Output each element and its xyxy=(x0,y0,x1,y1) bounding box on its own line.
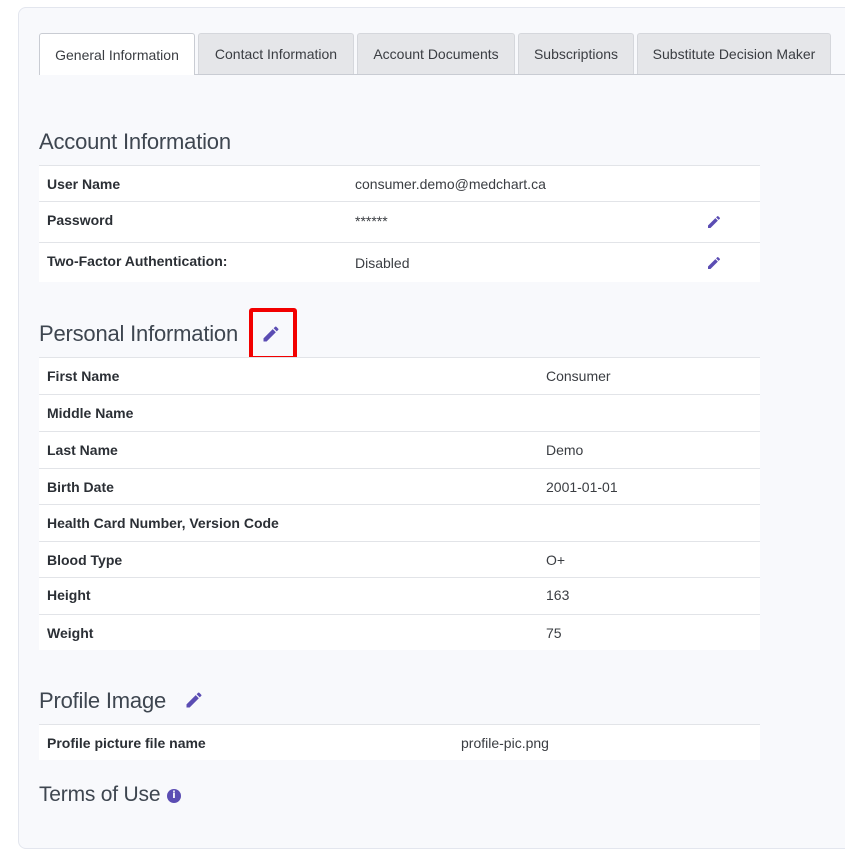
tab-substitute-decision-maker[interactable]: Substitute Decision Maker xyxy=(637,33,831,74)
row-value: Disabled xyxy=(355,255,410,271)
tab-label: Account Documents xyxy=(373,46,499,62)
personal-information-table: First Name Consumer Middle Name Last Nam… xyxy=(39,357,760,650)
row-value: 2001-01-01 xyxy=(546,479,618,495)
row-value: Demo xyxy=(546,442,584,458)
table-row: Height 163 xyxy=(39,577,760,614)
row-label: Birth Date xyxy=(47,479,114,495)
profile-image-title: Profile Image xyxy=(39,688,167,713)
row-value: O+ xyxy=(546,552,566,568)
tab-general-information[interactable]: General Information xyxy=(39,33,195,75)
edit-two-factor-pencil-icon[interactable] xyxy=(706,255,722,271)
row-label: Last Name xyxy=(47,442,118,458)
edit-profile-image-pencil-icon[interactable] xyxy=(184,690,204,710)
personal-information-title: Personal Information xyxy=(39,321,238,346)
row-value: 75 xyxy=(546,625,562,641)
tab-bar: General Information Contact Information … xyxy=(39,33,845,75)
row-label: User Name xyxy=(47,176,121,192)
row-value: profile-pic.png xyxy=(461,735,549,751)
row-value: ****** xyxy=(355,213,388,229)
table-row: User Name consumer.demo@medchart.ca xyxy=(39,165,760,201)
row-value: consumer.demo@medchart.ca xyxy=(355,176,546,192)
tab-subscriptions[interactable]: Subscriptions xyxy=(518,33,634,74)
row-label: Weight xyxy=(47,625,94,641)
tab-label: General Information xyxy=(55,46,179,63)
table-row: Health Card Number, Version Code xyxy=(39,504,760,541)
tab-label: Subscriptions xyxy=(533,46,619,62)
edit-personal-information-pencil-icon[interactable] xyxy=(261,324,281,344)
row-label: Health Card Number, Version Code xyxy=(47,515,279,531)
account-information-table: User Name consumer.demo@medchart.ca Pass… xyxy=(39,165,760,282)
row-label: Password xyxy=(47,212,114,228)
row-value: 163 xyxy=(546,587,570,603)
terms-of-use-title: Terms of Use xyxy=(39,783,161,806)
tab-contact-information[interactable]: Contact Information xyxy=(198,33,354,74)
tab-label: Contact Information xyxy=(214,46,338,62)
table-row: Birth Date 2001-01-01 xyxy=(39,468,760,504)
table-row: Middle Name xyxy=(39,394,760,431)
table-row: First Name Consumer xyxy=(39,357,760,394)
row-label: Profile picture file name xyxy=(47,735,206,751)
tab-label: Substitute Decision Maker xyxy=(652,46,816,62)
row-label: Blood Type xyxy=(47,552,123,568)
row-label: Two-Factor Authentication: xyxy=(47,253,228,269)
row-label: Height xyxy=(47,587,91,603)
table-row: Two-Factor Authentication: Disabled xyxy=(39,242,760,282)
row-label: First Name xyxy=(47,368,120,384)
account-information-title: Account Information xyxy=(39,129,231,154)
row-label: Middle Name xyxy=(47,405,134,421)
table-row: Last Name Demo xyxy=(39,431,760,468)
row-value: Consumer xyxy=(546,368,611,384)
edit-password-pencil-icon[interactable] xyxy=(706,214,722,230)
info-circle-icon[interactable]: i xyxy=(167,789,181,803)
table-row: Weight 75 xyxy=(39,614,760,650)
tab-account-documents[interactable]: Account Documents xyxy=(357,33,515,74)
profile-image-table: Profile picture file name profile-pic.pn… xyxy=(39,724,760,760)
table-row: Password ****** xyxy=(39,201,760,242)
table-row: Profile picture file name profile-pic.pn… xyxy=(39,724,760,760)
table-row: Blood Type O+ xyxy=(39,541,760,577)
